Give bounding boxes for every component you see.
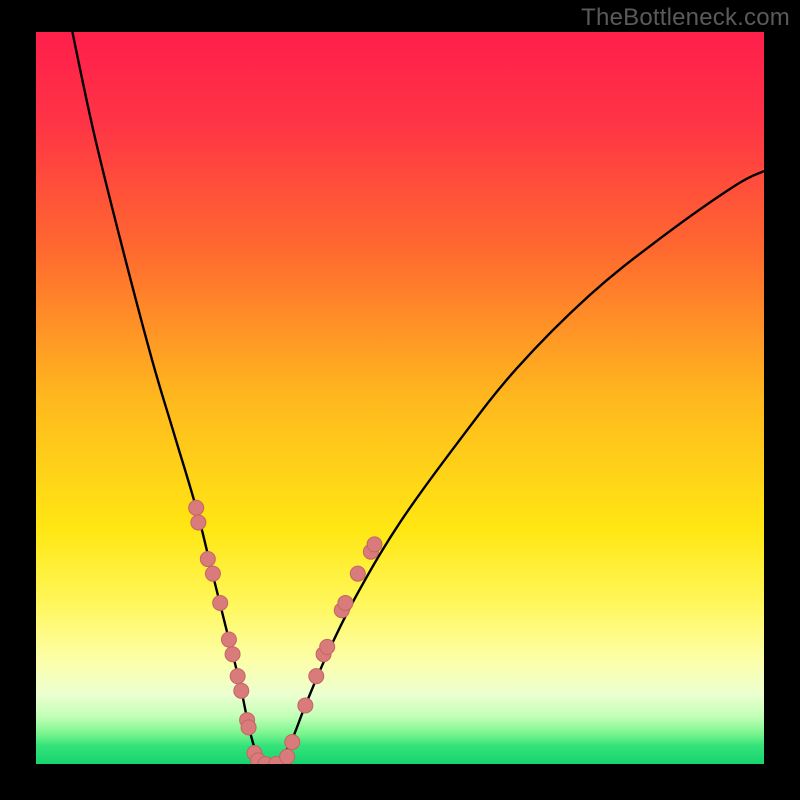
- marker-dot: [320, 639, 335, 654]
- marker-dot: [189, 500, 204, 515]
- plot-gradient-background: [36, 32, 764, 764]
- bottleneck-chart-svg: [0, 0, 800, 800]
- marker-dot: [367, 537, 382, 552]
- marker-dot: [213, 595, 228, 610]
- marker-dot: [225, 647, 240, 662]
- marker-dot: [241, 720, 256, 735]
- chart-stage: TheBottleneck.com: [0, 0, 800, 800]
- marker-dot: [205, 566, 220, 581]
- marker-dot: [280, 749, 295, 764]
- marker-dot: [285, 735, 300, 750]
- marker-dot: [338, 595, 353, 610]
- marker-dot: [298, 698, 313, 713]
- marker-dot: [191, 515, 206, 530]
- marker-dot: [350, 566, 365, 581]
- marker-dot: [221, 632, 236, 647]
- marker-dot: [309, 669, 324, 684]
- watermark-text: TheBottleneck.com: [581, 4, 790, 32]
- marker-dot: [234, 683, 249, 698]
- marker-dot: [230, 669, 245, 684]
- marker-dot: [200, 552, 215, 567]
